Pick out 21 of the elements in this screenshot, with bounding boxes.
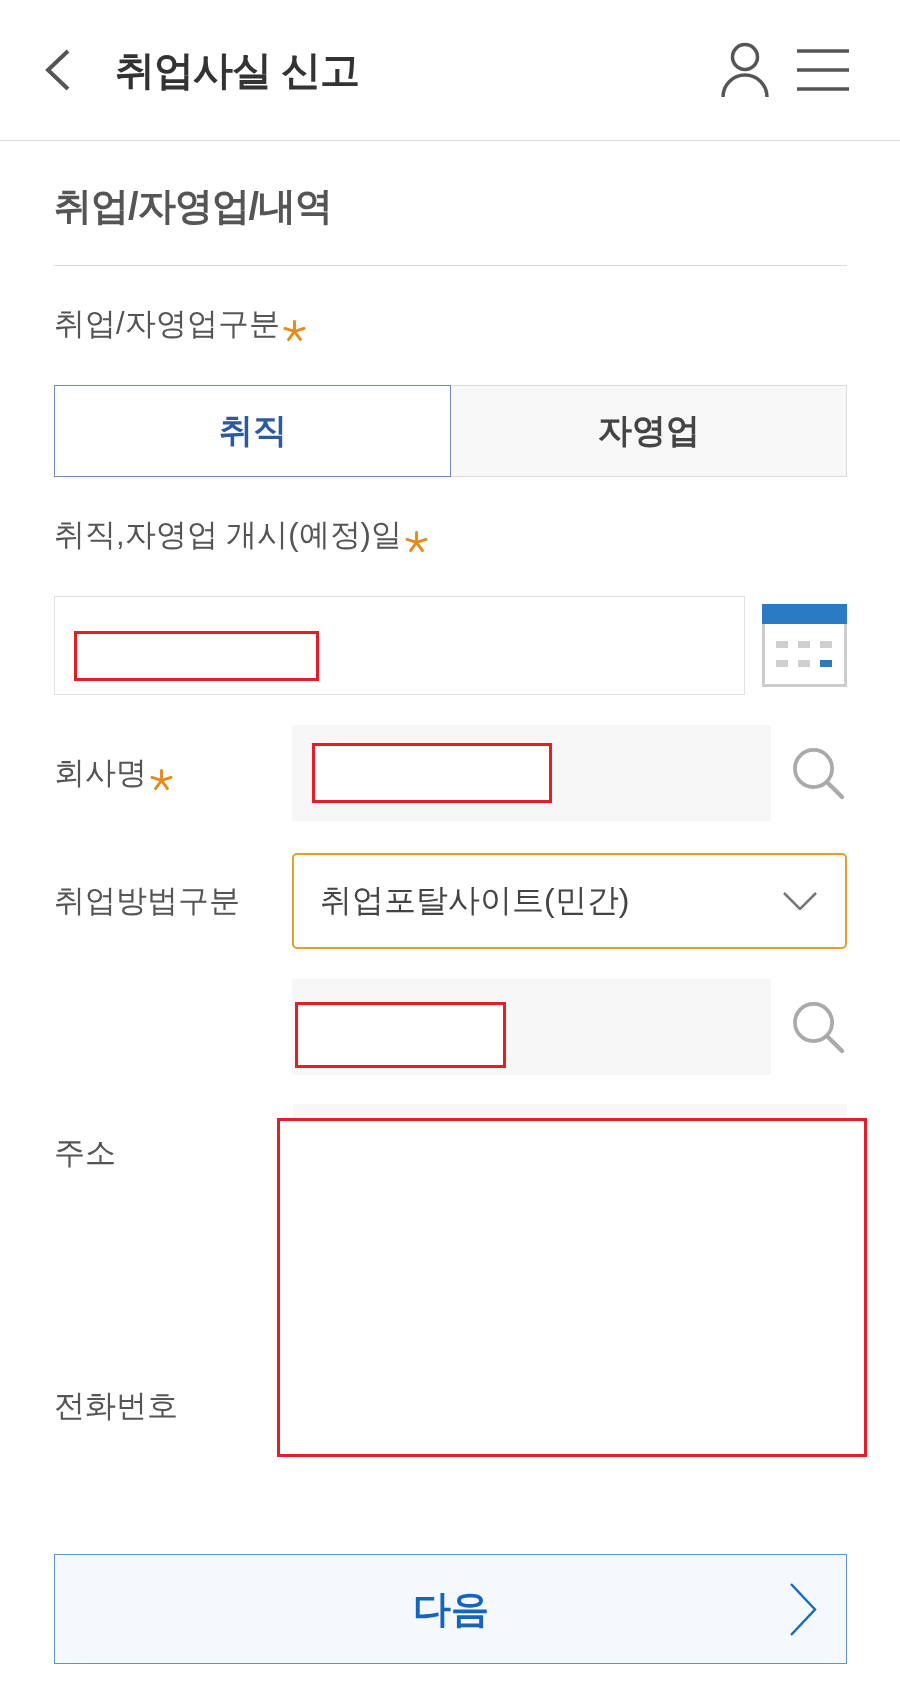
search-field[interactable]: [292, 979, 771, 1075]
menu-icon[interactable]: [797, 48, 849, 92]
field-label: 회사명: [54, 754, 147, 792]
toggle-option[interactable]: 취직: [54, 385, 451, 477]
dropdown[interactable]: 취업포탈사이트(민간): [292, 853, 847, 949]
toggle-option[interactable]: 자영업: [450, 385, 847, 477]
field-label: 취업방법구분: [54, 882, 240, 920]
calendar-icon[interactable]: [762, 604, 847, 687]
search-field[interactable]: [292, 725, 771, 821]
field-label: 주소: [54, 1134, 117, 1172]
section-title: 취업/자영업/내역: [54, 184, 334, 229]
next-button[interactable]: 다음: [54, 1554, 847, 1664]
page-title: 취업사실 신고: [115, 46, 361, 94]
chevron-down-icon: [783, 892, 817, 910]
address-field[interactable]: [293, 1104, 847, 1118]
field-label: 전화번호: [54, 1387, 179, 1425]
field-label: 취업/자영업구분: [54, 305, 280, 343]
date-field[interactable]: [54, 596, 745, 695]
field-label: 취직,자영업 개시(예정)일: [54, 516, 402, 554]
chevron-right-icon: [790, 1582, 817, 1636]
user-icon[interactable]: [720, 42, 770, 98]
